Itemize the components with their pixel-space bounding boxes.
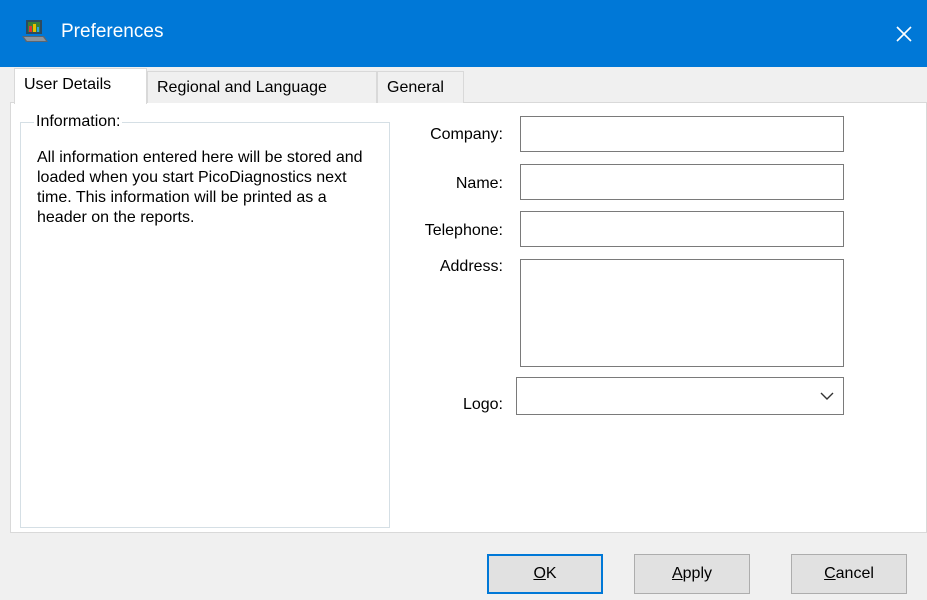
information-legend: Information:	[34, 113, 123, 131]
tab-regional-and-language[interactable]: Regional and Language	[147, 71, 377, 103]
title-bar: Preferences	[0, 0, 927, 67]
tab-label: Regional and Language	[157, 79, 327, 96]
tab-user-details[interactable]: User Details	[14, 68, 147, 104]
company-input[interactable]	[520, 116, 844, 152]
chevron-down-icon	[820, 392, 834, 400]
company-label: Company:	[430, 126, 503, 143]
telephone-label: Telephone:	[424, 222, 503, 239]
window-title: Preferences	[61, 21, 164, 42]
cancel-label-rest: ancel	[835, 565, 874, 582]
telephone-input[interactable]	[520, 211, 844, 247]
name-input[interactable]	[520, 164, 844, 200]
address-label: Address:	[439, 258, 503, 275]
close-button[interactable]	[881, 0, 927, 67]
apply-label-rest: pply	[682, 565, 713, 582]
apply-button[interactable]: Apply	[634, 554, 750, 594]
cancel-mnemonic: C	[824, 565, 836, 582]
tab-label: General	[387, 79, 444, 96]
laptop-chart-icon	[20, 18, 50, 46]
ok-button[interactable]: OK	[487, 554, 603, 594]
logo-label: Logo:	[462, 396, 503, 413]
ok-mnemonic: O	[533, 565, 546, 582]
ok-label-rest: K	[545, 565, 557, 582]
name-label: Name:	[455, 175, 503, 192]
tab-general[interactable]: General	[377, 71, 464, 103]
tab-label: User Details	[24, 76, 112, 93]
address-input[interactable]	[520, 259, 844, 367]
cancel-button[interactable]: Cancel	[791, 554, 907, 594]
logo-select[interactable]	[516, 377, 844, 415]
information-text: All information entered here will be sto…	[37, 149, 363, 226]
close-icon	[896, 25, 912, 42]
apply-mnemonic: A	[671, 565, 683, 582]
